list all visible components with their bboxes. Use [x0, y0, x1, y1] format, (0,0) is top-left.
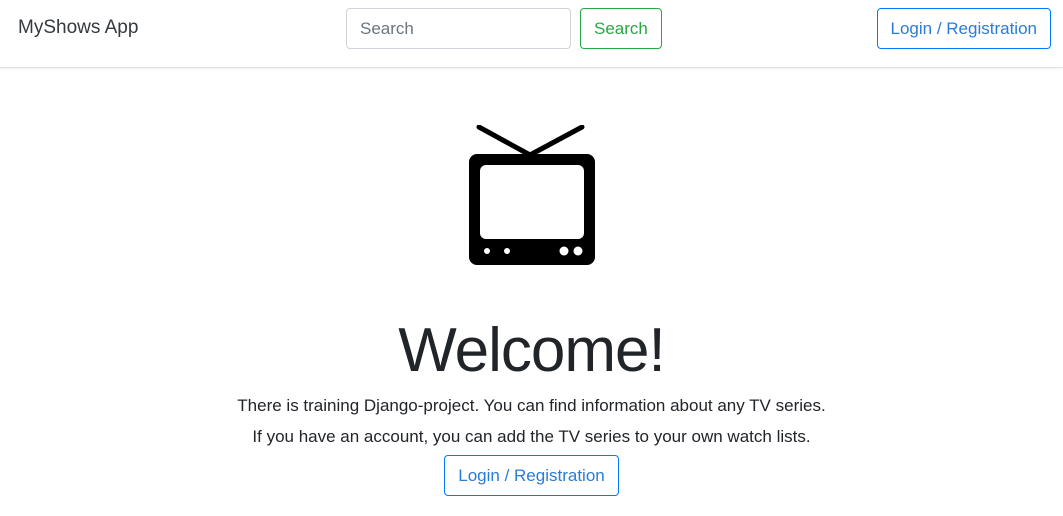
nav-login-registration-button[interactable]: Login / Registration [876, 8, 1051, 49]
search-input[interactable] [346, 8, 571, 49]
brand-link[interactable]: MyShows App [18, 17, 138, 39]
search-form: Search [346, 8, 662, 49]
intro-text: There is training Django-project. You ca… [0, 390, 1063, 452]
tv-icon [468, 125, 595, 265]
intro-line-1: There is training Django-project. You ca… [237, 396, 826, 416]
main-login-registration-button[interactable]: Login / Registration [444, 455, 619, 497]
intro-line-2: If you have an account, you can add the … [252, 427, 811, 447]
top-navbar: MyShows App Search Login / Registration [0, 0, 1063, 68]
main-content: Welcome! There is training Django-projec… [0, 125, 1063, 497]
search-button[interactable]: Search [580, 8, 662, 49]
welcome-heading: Welcome! [398, 316, 666, 385]
